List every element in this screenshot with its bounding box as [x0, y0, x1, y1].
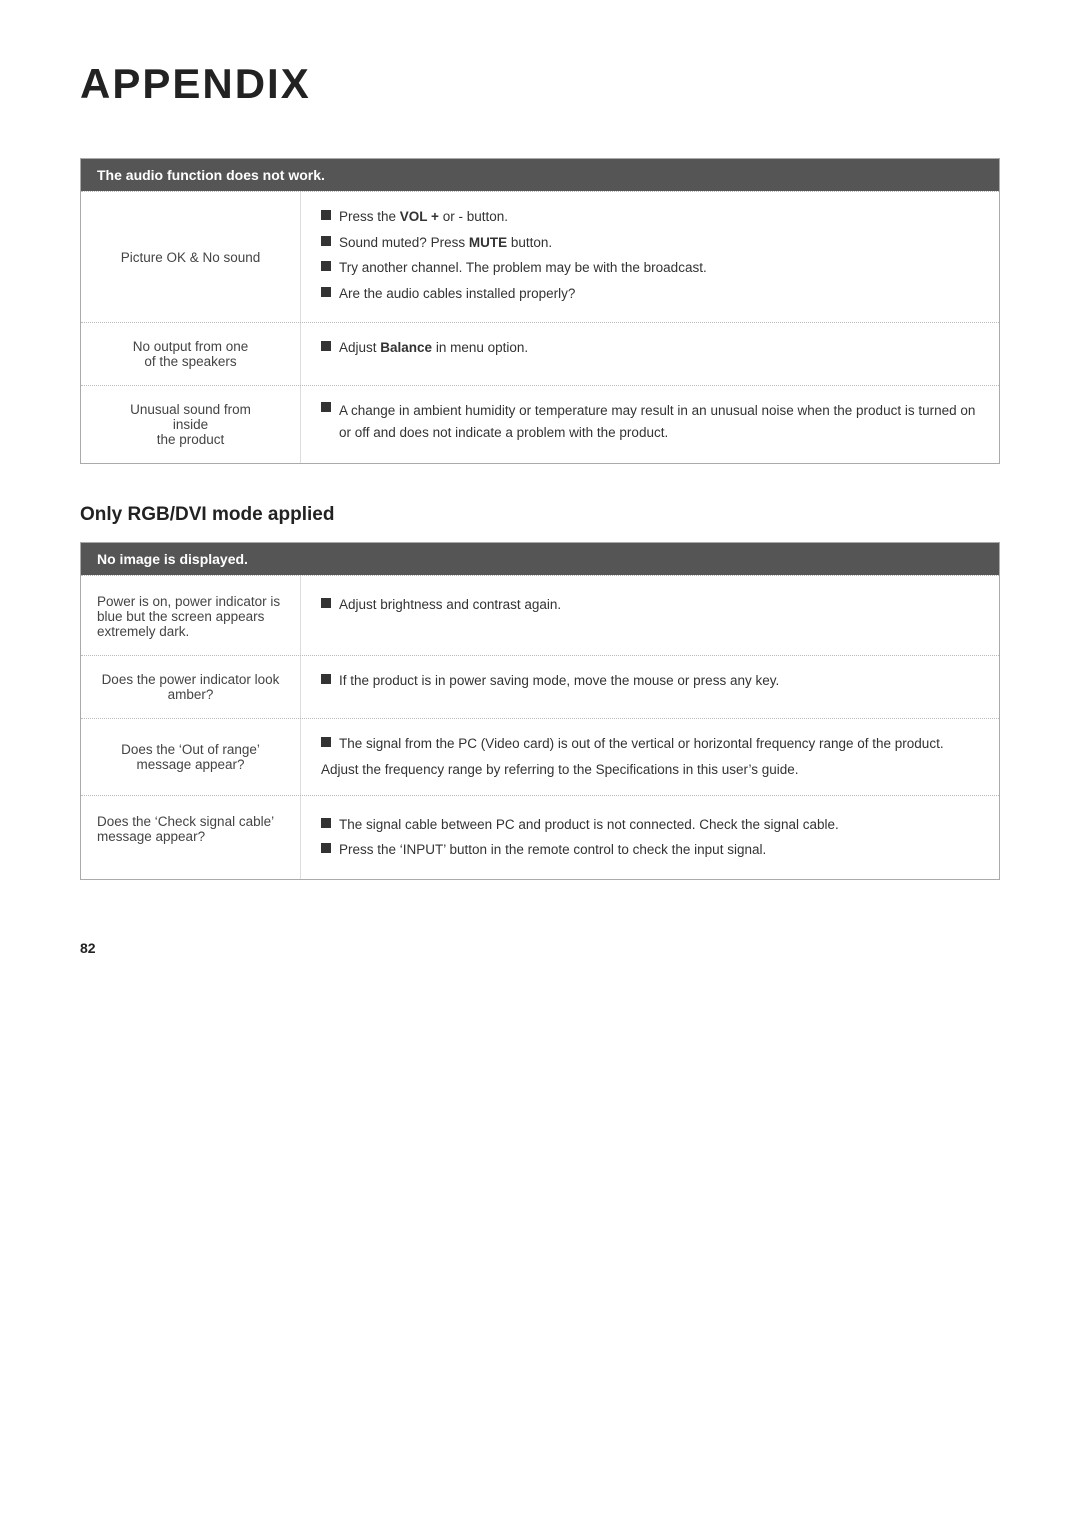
row-label: Does the ‘Out of range’message appear?	[81, 719, 301, 794]
row-content: A change in ambient humidity or temperat…	[301, 386, 999, 463]
row-label: Does the power indicator look amber?	[81, 656, 301, 718]
bullet-item: Sound muted? Press MUTE button.	[321, 232, 979, 254]
bullet-text: Adjust Balance in menu option.	[339, 337, 979, 359]
bullet-text: The signal from the PC (Video card) is o…	[339, 733, 979, 755]
bullet-icon	[321, 210, 331, 220]
table-row: Does the ‘Check signal cable’ message ap…	[81, 795, 999, 879]
bullet-icon	[321, 236, 331, 246]
bullet-item: Are the audio cables installed properly?	[321, 283, 979, 305]
table-row: Does the power indicator look amber? If …	[81, 655, 999, 718]
bullet-icon	[321, 402, 331, 412]
bullet-text: The signal cable between PC and product …	[339, 814, 979, 836]
rgb-table: No image is displayed. Power is on, powe…	[80, 542, 1000, 879]
bullet-icon	[321, 843, 331, 853]
bullet-icon	[321, 818, 331, 828]
row-label: No output from oneof the speakers	[81, 323, 301, 385]
row-content: The signal from the PC (Video card) is o…	[301, 719, 999, 794]
bullet-item: Press the VOL + or - button.	[321, 206, 979, 228]
note-text: Adjust the frequency range by referring …	[321, 759, 979, 781]
bullet-item: The signal from the PC (Video card) is o…	[321, 733, 979, 755]
row-content: If the product is in power saving mode, …	[301, 656, 999, 718]
rgb-section-subtitle: Only RGB/DVI mode applied	[80, 504, 1000, 526]
page-title: APPENDIX	[80, 60, 1000, 108]
table-row: Does the ‘Out of range’message appear? T…	[81, 718, 999, 794]
row-label: Does the ‘Check signal cable’ message ap…	[81, 796, 301, 879]
table-row: Unusual sound frominsidethe product A ch…	[81, 385, 999, 463]
bullet-icon	[321, 341, 331, 351]
bullet-text: Sound muted? Press MUTE button.	[339, 232, 979, 254]
table-row: Picture OK & No sound Press the VOL + or…	[81, 191, 999, 322]
row-content: Adjust brightness and contrast again.	[301, 576, 999, 655]
bullet-text: A change in ambient humidity or temperat…	[339, 400, 979, 443]
bullet-item: Try another channel. The problem may be …	[321, 257, 979, 279]
bullet-text: Press the VOL + or - button.	[339, 206, 979, 228]
bullet-item: Adjust Balance in menu option.	[321, 337, 979, 359]
page-number: 82	[80, 940, 1000, 956]
audio-table: The audio function does not work. Pictur…	[80, 158, 1000, 464]
bullet-item: The signal cable between PC and product …	[321, 814, 979, 836]
row-label: Unusual sound frominsidethe product	[81, 386, 301, 463]
table-row: Power is on, power indicator is blue but…	[81, 575, 999, 655]
bullet-icon	[321, 598, 331, 608]
row-label: Power is on, power indicator is blue but…	[81, 576, 301, 655]
bullet-text: Are the audio cables installed properly?	[339, 283, 979, 305]
row-content: Adjust Balance in menu option.	[301, 323, 999, 385]
bullet-icon	[321, 261, 331, 271]
rgb-table-header: No image is displayed.	[81, 543, 999, 575]
row-label: Picture OK & No sound	[81, 192, 301, 322]
bullet-text: Try another channel. The problem may be …	[339, 257, 979, 279]
audio-table-header: The audio function does not work.	[81, 159, 999, 191]
bullet-item: Adjust brightness and contrast again.	[321, 594, 979, 616]
row-content: Press the VOL + or - button. Sound muted…	[301, 192, 999, 322]
bullet-text: Press the ‘INPUT’ button in the remote c…	[339, 839, 979, 861]
bullet-item: A change in ambient humidity or temperat…	[321, 400, 979, 443]
bullet-icon	[321, 737, 331, 747]
bullet-icon	[321, 674, 331, 684]
bullet-item: If the product is in power saving mode, …	[321, 670, 979, 692]
bullet-icon	[321, 287, 331, 297]
bullet-text: If the product is in power saving mode, …	[339, 670, 979, 692]
bullet-item: Press the ‘INPUT’ button in the remote c…	[321, 839, 979, 861]
row-content: The signal cable between PC and product …	[301, 796, 999, 879]
table-row: No output from oneof the speakers Adjust…	[81, 322, 999, 385]
bullet-text: Adjust brightness and contrast again.	[339, 594, 979, 616]
